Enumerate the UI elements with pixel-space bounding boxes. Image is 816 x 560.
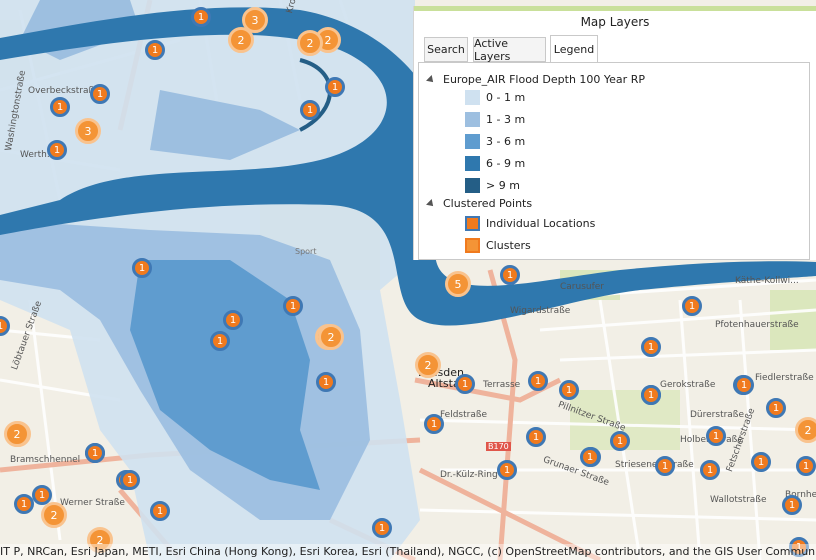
location-marker[interactable]: 1 [682,296,702,316]
location-marker[interactable]: 1 [734,375,754,395]
cluster-marker[interactable]: 2 [795,417,816,443]
cluster-marker[interactable]: 2 [4,421,30,447]
location-marker[interactable]: 1 [766,398,786,418]
legend-item-label: 6 - 9 m [486,157,526,170]
cluster-marker[interactable]: 5 [445,271,471,297]
tab-active-layers[interactable]: Active Layers [473,37,546,63]
legend-item: Individual Locations [465,216,595,231]
location-marker[interactable]: 1 [782,495,802,515]
legend-item-label: > 9 m [486,179,520,192]
location-marker[interactable]: 1 [150,501,170,521]
location-marker[interactable]: 1 [796,456,816,476]
legend-item: 3 - 6 m [465,134,525,149]
panel-header-bar [414,6,816,11]
location-marker[interactable]: 1 [85,443,105,463]
cluster-marker[interactable]: 2 [297,30,323,56]
location-marker[interactable]: 1 [90,84,110,104]
legend-item-label: Clusters [486,239,531,252]
location-marker[interactable]: 1 [455,374,475,394]
legend-swatch [465,238,480,253]
cluster-marker[interactable]: 2 [41,502,67,528]
location-marker[interactable]: 1 [526,427,546,447]
location-marker[interactable]: 1 [641,385,661,405]
location-marker[interactable]: 1 [559,380,579,400]
collapse-triangle-icon[interactable] [426,198,436,209]
location-marker[interactable]: 1 [497,460,517,480]
location-marker[interactable]: 1 [580,447,600,467]
cluster-marker[interactable]: 3 [75,118,101,144]
legend-item-label: 3 - 6 m [486,135,526,148]
location-marker[interactable]: 1 [120,470,140,490]
location-marker[interactable]: 1 [316,372,336,392]
legend-item-label: 0 - 1 m [486,91,526,104]
map-attribution: IT P, NRCan, Esri Japan, METI, Esri Chin… [0,544,816,560]
legend-group-flood[interactable]: Europe_AIR Flood Depth 100 Year RP [426,73,645,86]
cluster-marker[interactable]: 2 [228,27,254,53]
legend-item: 0 - 1 m [465,90,525,105]
location-marker[interactable]: 1 [706,426,726,446]
location-marker[interactable]: 1 [32,485,52,505]
location-marker[interactable]: 1 [528,371,548,391]
location-marker[interactable]: 1 [424,414,444,434]
legend-item: Clusters [465,238,531,253]
tab-legend[interactable]: Legend [550,35,598,63]
legend-group-label: Clustered Points [443,197,533,210]
legend-item: 1 - 3 m [465,112,525,127]
location-marker[interactable]: 1 [210,331,230,351]
location-marker[interactable]: 1 [132,258,152,278]
legend-swatch [465,156,480,171]
legend-swatch [465,134,480,149]
panel-title: Map Layers [580,15,650,29]
location-marker[interactable]: 1 [191,7,211,27]
collapse-triangle-icon[interactable] [426,74,436,85]
location-marker[interactable]: 1 [325,77,345,97]
legend-group-points[interactable]: Clustered Points [426,197,533,210]
location-marker[interactable]: 1 [700,460,720,480]
legend-item-label: 1 - 3 m [486,113,526,126]
location-marker[interactable]: 1 [610,431,630,451]
legend-swatch [465,112,480,127]
location-marker[interactable]: 1 [223,310,243,330]
location-marker[interactable]: 1 [372,518,392,538]
location-marker[interactable]: 1 [14,494,34,514]
map-layers-panel: Map Layers Search Active Layers Legend E… [413,6,816,260]
location-marker[interactable]: 1 [500,265,520,285]
location-marker[interactable]: 1 [283,296,303,316]
legend-content: Europe_AIR Flood Depth 100 Year RP 0 - 1… [418,62,810,260]
legend-item-label: Individual Locations [486,217,596,230]
legend-swatch [465,216,480,231]
location-marker[interactable]: 1 [145,40,165,60]
cluster-marker[interactable]: 2 [415,352,441,378]
location-marker[interactable]: 1 [300,100,320,120]
location-marker[interactable]: 1 [641,337,661,357]
legend-swatch [465,178,480,193]
legend-item: > 9 m [465,178,520,193]
location-marker[interactable]: 1 [50,97,70,117]
tab-search[interactable]: Search [424,37,468,62]
cluster-marker[interactable]: 2 [318,324,344,350]
legend-group-label: Europe_AIR Flood Depth 100 Year RP [443,73,645,86]
legend-item: 6 - 9 m [465,156,525,171]
location-marker[interactable]: 1 [751,452,771,472]
location-marker[interactable]: 1 [655,456,675,476]
location-marker[interactable]: 1 [47,140,67,160]
legend-swatch [465,90,480,105]
